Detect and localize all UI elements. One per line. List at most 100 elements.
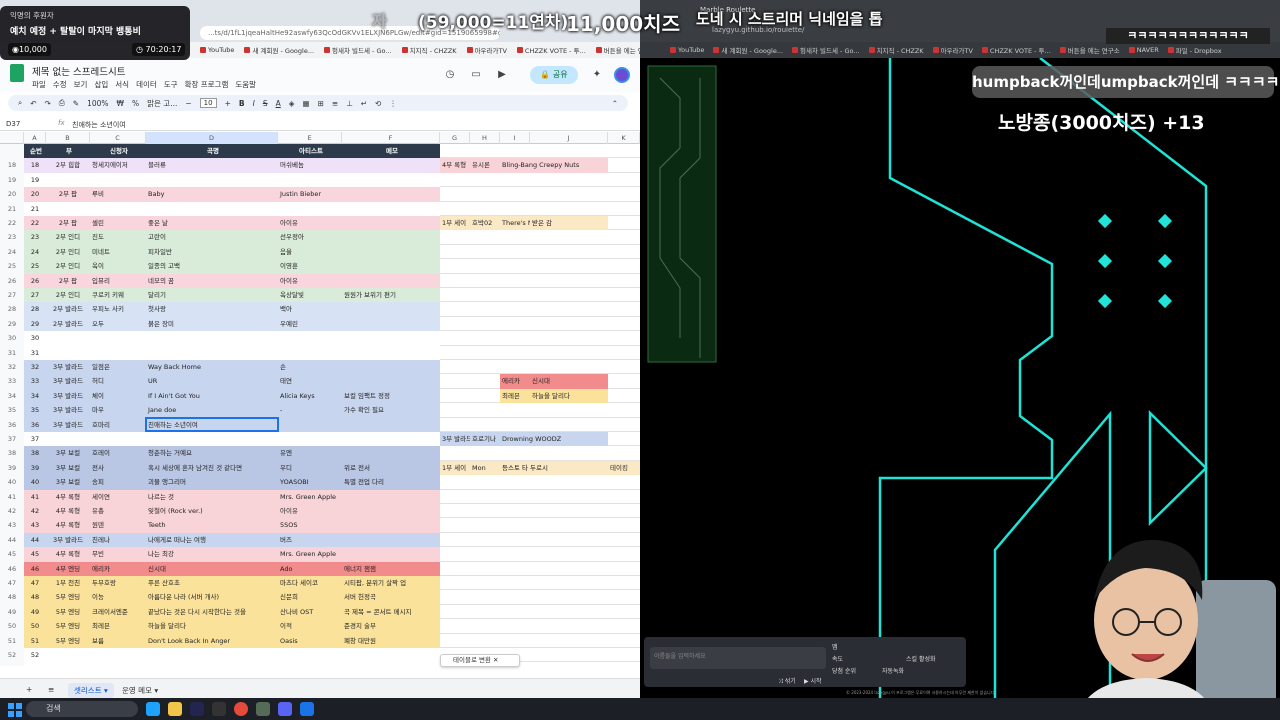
skill-toggle[interactable]: 스킬 활성화 — [906, 654, 936, 663]
names-input[interactable]: 이름들을 입력하세요 — [650, 647, 826, 669]
table-cell[interactable]: 가수 확인 필요 — [342, 403, 440, 418]
row-number[interactable]: 23 — [0, 230, 24, 245]
table-cell[interactable]: 신시대 — [146, 561, 278, 576]
table-cell[interactable]: Way Back Home — [146, 360, 278, 375]
table-cell[interactable] — [90, 345, 146, 360]
table-cell[interactable]: 블러류 — [146, 158, 278, 173]
table-cell[interactable]: Mrs. Green Apple — [278, 489, 342, 504]
table-header-cell[interactable]: 곡명 — [146, 144, 278, 159]
table-cell[interactable]: 백아 — [278, 302, 342, 317]
table-cell[interactable]: 3부 발라드 — [46, 403, 90, 418]
table-cell[interactable] — [46, 331, 90, 346]
wrap-icon[interactable]: ↵ — [361, 99, 367, 108]
table-cell[interactable]: 50 — [24, 619, 46, 634]
table-cell[interactable]: 23 — [24, 230, 46, 245]
row-number[interactable]: 24 — [0, 244, 24, 260]
italic-icon[interactable]: I — [253, 99, 255, 108]
column-header[interactable]: D — [146, 132, 278, 144]
column-header[interactable]: J — [530, 132, 608, 144]
all-sheets-button[interactable]: ≡ — [42, 683, 60, 696]
table-header-cell[interactable]: 순번 — [24, 144, 46, 159]
undo-icon[interactable]: ↶ — [30, 99, 36, 108]
zoom-select[interactable]: 100% — [87, 99, 108, 108]
table-cell[interactable]: 옥상달빛 — [278, 288, 342, 303]
table-cell[interactable] — [146, 432, 278, 447]
bookmark-item[interactable]: 새 계회원 - Google... — [713, 45, 783, 55]
strikethrough-icon[interactable]: S — [263, 99, 268, 108]
bold-icon[interactable]: B — [239, 99, 245, 108]
map-select[interactable]: 맵 — [832, 642, 838, 651]
table-cell[interactable]: 선우정아 — [278, 230, 342, 245]
speed-slider[interactable]: 속도 — [832, 654, 843, 663]
table-cell[interactable]: 전사 — [90, 460, 146, 476]
percent-button[interactable]: % — [132, 99, 139, 108]
table-cell[interactable]: 유총 — [90, 504, 146, 519]
table-cell[interactable]: 괴물 앵그리머 — [146, 475, 278, 490]
table-cell[interactable]: 3부 보컬 — [46, 475, 90, 490]
collapse-icon[interactable]: ⌃ — [612, 99, 618, 108]
avatar[interactable] — [614, 67, 630, 83]
table-cell[interactable]: 38 — [24, 446, 46, 461]
table-cell[interactable] — [342, 187, 440, 202]
menu-item[interactable]: 삽입 — [94, 79, 108, 90]
table-cell[interactable]: 입뮤리 — [90, 273, 146, 288]
table-cell[interactable] — [90, 331, 146, 346]
table-cell[interactable] — [342, 273, 440, 288]
row-number[interactable]: 36 — [0, 417, 24, 432]
table-cell[interactable]: 3부 발라드 — [46, 374, 90, 389]
table-cell[interactable]: 5부 엔딩 — [46, 604, 90, 620]
table-cell[interactable]: Oasis — [278, 633, 342, 648]
table-cell[interactable]: 36 — [24, 417, 46, 432]
video-call-icon[interactable]: ▶ — [496, 69, 508, 81]
table-cell[interactable] — [342, 648, 440, 663]
table-cell[interactable]: Drowning WOODZ — [500, 432, 608, 447]
row-number[interactable]: 28 — [0, 302, 24, 317]
row-number[interactable]: 35 — [0, 403, 24, 418]
table-cell[interactable]: 47 — [24, 576, 46, 591]
table-cell[interactable]: 5SOS — [278, 518, 342, 533]
row-number[interactable]: 51 — [0, 633, 24, 648]
table-cell[interactable] — [46, 345, 90, 360]
menu-item[interactable]: 데이터 — [136, 79, 157, 90]
table-cell[interactable]: 보름 — [90, 633, 146, 648]
table-cell[interactable] — [46, 201, 90, 216]
chrome-icon[interactable] — [234, 702, 248, 716]
table-cell[interactable]: 3부 보컬 — [46, 460, 90, 476]
table-cell[interactable]: 27 — [24, 288, 46, 303]
row-number[interactable]: 40 — [0, 475, 24, 490]
table-cell[interactable]: 호마리 — [90, 417, 146, 432]
table-cell[interactable] — [46, 172, 90, 188]
table-cell[interactable]: 셀린 — [90, 216, 146, 231]
bookmark-item[interactable]: NAVER — [1128, 46, 1159, 54]
table-cell[interactable]: 일점은 — [90, 360, 146, 375]
table-cell[interactable]: 2부 인디 — [46, 230, 90, 245]
row-number[interactable]: 31 — [0, 345, 24, 360]
table-cell[interactable]: 네모의 꿈 — [146, 273, 278, 288]
table-cell[interactable]: 우디 — [278, 460, 342, 476]
table-cell[interactable] — [46, 648, 90, 663]
table-cell[interactable]: 이능 — [90, 590, 146, 605]
table-cell[interactable] — [342, 230, 440, 245]
table-cell[interactable]: 2부 팝 — [46, 216, 90, 231]
file-explorer-icon[interactable] — [168, 702, 182, 716]
table-cell[interactable] — [278, 345, 342, 360]
discord-icon[interactable] — [278, 702, 292, 716]
table-cell[interactable]: 44 — [24, 532, 46, 548]
table-cell[interactable]: 청세지에이저 — [90, 158, 146, 173]
name-box[interactable]: D37 — [6, 120, 20, 128]
row-number[interactable]: 20 — [0, 187, 24, 202]
table-cell[interactable]: - — [278, 403, 342, 418]
table-cell[interactable]: 5부 엔딩 — [46, 619, 90, 634]
bookmark-item[interactable]: YouTube — [200, 46, 234, 54]
table-cell[interactable] — [342, 244, 440, 260]
row-number[interactable]: 42 — [0, 504, 24, 519]
paint-format-icon[interactable]: ✎ — [73, 99, 79, 108]
taskbar-search[interactable]: 검색 — [26, 701, 138, 717]
table-cell[interactable] — [90, 172, 146, 188]
table-cell[interactable]: 51 — [24, 633, 46, 648]
table-cell[interactable]: 친레나 — [90, 532, 146, 548]
table-cell[interactable]: 5부 엔딩 — [46, 590, 90, 605]
font-size-decrease[interactable]: − — [185, 99, 191, 108]
table-cell[interactable]: 3부 발라드 — [46, 532, 90, 548]
table-cell[interactable]: 43 — [24, 518, 46, 533]
